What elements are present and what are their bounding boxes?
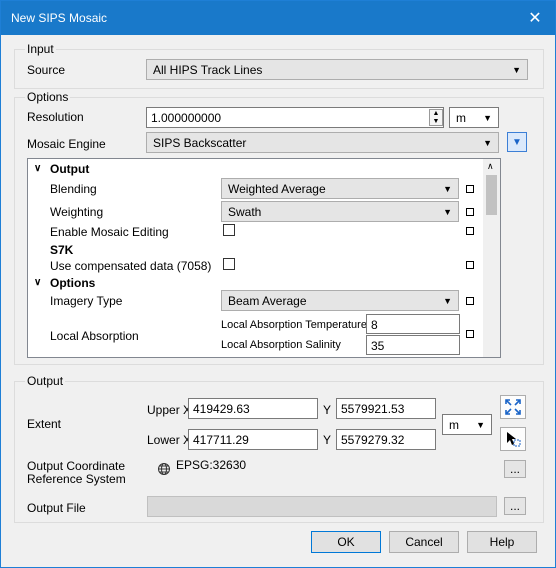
ok-button[interactable]: OK (311, 531, 381, 553)
scrollbar-thumb[interactable] (486, 175, 497, 215)
extent-label: Extent (27, 417, 62, 431)
lower-y-label: Y (323, 433, 332, 447)
properties-tree[interactable]: ∨ Output Blending Weighted Average ▼ Wei… (27, 158, 501, 358)
lower-x-value: 417711.29 (193, 433, 249, 447)
chevron-down-icon: ▼ (443, 296, 452, 306)
temperature-label: Local Absorption Temperature (221, 319, 367, 331)
upper-y-value: 5579921.53 (341, 402, 405, 416)
compensated-label: Use compensated data (7058) (50, 259, 212, 273)
output-file-browse-label: ... (509, 499, 520, 513)
window-title: New SIPS Mosaic (11, 11, 108, 25)
collapse-chevron-icon[interactable]: ∨ (34, 277, 41, 288)
zoom-extent-button[interactable] (500, 395, 526, 419)
source-label: Source (27, 63, 66, 77)
imagery-type-value: Beam Average (228, 294, 307, 308)
tree-header-output: Output (50, 162, 90, 176)
mosaic-editing-flag[interactable] (466, 227, 474, 235)
upper-y-label: Y (323, 403, 332, 417)
upper-x-label: Upper X (147, 403, 192, 417)
crs-value: EPSG:32630 (176, 458, 247, 472)
select-extent-button[interactable] (500, 427, 526, 451)
weighting-label: Weighting (50, 205, 104, 219)
lower-x-label: Lower X (147, 433, 192, 447)
compensated-checkbox[interactable] (223, 258, 235, 270)
ok-label: OK (337, 535, 355, 549)
blending-label: Blending (50, 182, 97, 196)
blending-select[interactable]: Weighted Average ▼ (221, 178, 459, 199)
resolution-spinner[interactable]: ▲ ▼ (429, 109, 443, 126)
output-file-browse-button[interactable]: ... (504, 497, 526, 515)
chevron-down-icon: ▼ (476, 420, 485, 430)
chevron-down-icon: ▼ (483, 138, 492, 148)
output-group-title: Output (25, 374, 66, 388)
chevron-down-icon: ▼ (512, 136, 522, 148)
mosaic-engine-label: Mosaic Engine (27, 137, 106, 151)
imagery-type-select[interactable]: Beam Average ▼ (221, 290, 459, 311)
weighting-value: Swath (228, 205, 262, 219)
weighting-flag[interactable] (466, 208, 474, 216)
title-bar: New SIPS Mosaic ✕ (1, 1, 555, 35)
mosaic-editing-label: Enable Mosaic Editing (50, 225, 169, 239)
lower-x-input[interactable]: 417711.29 (188, 429, 318, 450)
lower-y-input[interactable]: 5579279.32 (336, 429, 436, 450)
extent-unit-value: m (449, 418, 459, 432)
collapse-chevron-icon[interactable]: ∨ (34, 163, 41, 174)
extent-unit-select[interactable]: m ▼ (442, 414, 492, 435)
mosaic-editing-checkbox[interactable] (223, 224, 235, 236)
lower-y-value: 5579279.32 (341, 433, 405, 447)
local-absorption-flag[interactable] (466, 330, 474, 338)
output-file-label: Output File (27, 501, 86, 515)
chevron-down-icon: ▼ (483, 113, 492, 123)
globe-icon (157, 462, 171, 479)
mosaic-engine-select[interactable]: SIPS Backscatter ▼ (146, 132, 499, 153)
resolution-label: Resolution (27, 110, 84, 124)
help-button[interactable]: Help (467, 531, 537, 553)
input-group-title: Input (25, 42, 56, 56)
tree-header-options: Options (50, 276, 96, 290)
weighting-select[interactable]: Swath ▼ (221, 201, 459, 222)
blending-value: Weighted Average (228, 182, 326, 196)
close-icon[interactable]: ✕ (515, 1, 555, 35)
upper-y-input[interactable]: 5579921.53 (336, 398, 436, 419)
imagery-type-flag[interactable] (466, 297, 474, 305)
local-absorption-label: Local Absorption (50, 329, 139, 343)
salinity-input[interactable]: 35 (366, 335, 460, 355)
cursor-select-icon (507, 432, 521, 447)
chevron-down-icon: ▼ (443, 184, 452, 194)
crs-browse-label: ... (509, 462, 520, 476)
compensated-flag[interactable] (466, 261, 474, 269)
cancel-button[interactable]: Cancel (389, 531, 459, 553)
scroll-up-icon[interactable]: ∧ (487, 161, 494, 172)
salinity-value: 35 (371, 339, 385, 353)
options-group-title: Options (25, 90, 71, 104)
crs-browse-button[interactable]: ... (504, 460, 526, 478)
cancel-label: Cancel (405, 535, 443, 549)
output-file-input[interactable] (147, 496, 497, 517)
chevron-down-icon: ▼ (512, 65, 521, 75)
tree-header-s7k: S7K (50, 243, 74, 257)
temperature-input[interactable]: 8 (366, 314, 460, 334)
mosaic-engine-value: SIPS Backscatter (153, 136, 247, 150)
resolution-unit-select[interactable]: m ▼ (449, 107, 499, 128)
resolution-value: 1.000000000 (151, 111, 222, 125)
temperature-value: 8 (371, 318, 378, 332)
tree-scrollbar[interactable]: ∧ (483, 159, 500, 357)
help-label: Help (489, 535, 515, 549)
expand-options-button[interactable]: ▼ (507, 132, 527, 152)
dialog-window: New SIPS Mosaic ✕ Input Source All HIPS … (0, 0, 556, 568)
blending-flag[interactable] (466, 185, 474, 193)
source-value: All HIPS Track Lines (153, 63, 263, 77)
resolution-unit-value: m (456, 111, 466, 125)
source-select[interactable]: All HIPS Track Lines ▼ (146, 59, 528, 80)
upper-x-input[interactable]: 419429.63 (188, 398, 318, 419)
chevron-down-icon: ▼ (443, 207, 452, 217)
crs-label-line2: Reference System (27, 472, 126, 486)
salinity-label: Local Absorption Salinity (221, 339, 341, 351)
upper-x-value: 419429.63 (193, 402, 250, 416)
imagery-type-label: Imagery Type (50, 294, 123, 308)
crs-label-line1: Output Coordinate (27, 459, 126, 473)
resolution-input[interactable]: 1.000000000 (146, 107, 444, 128)
expand-arrows-icon (505, 399, 521, 415)
